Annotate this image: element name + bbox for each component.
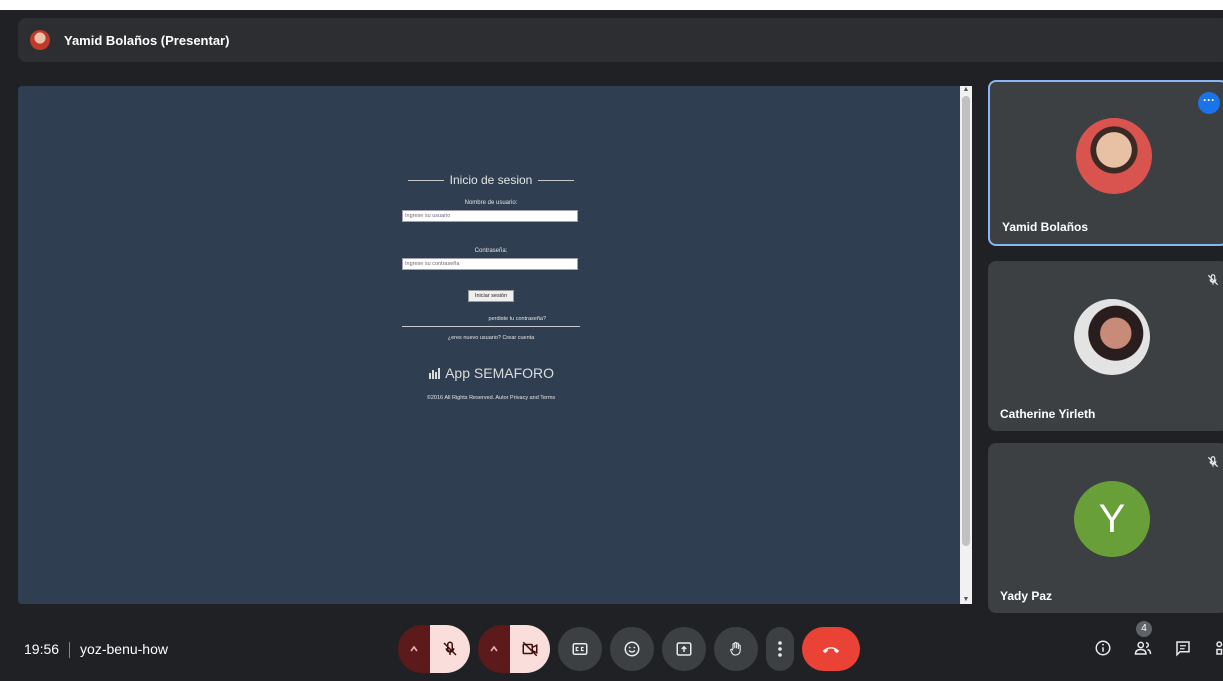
meeting-code: yoz-benu-how xyxy=(80,641,168,657)
chevron-up-icon xyxy=(410,645,418,652)
activities-icon xyxy=(1216,641,1223,655)
shared-screen: Inicio de sesion Nombre de usuario: Ingr… xyxy=(18,86,972,604)
chat-button[interactable] xyxy=(1170,635,1196,661)
emoji-icon xyxy=(624,641,640,657)
login-form: Inicio de sesion Nombre de usuario: Ingr… xyxy=(402,170,580,401)
app-brand: App SEMAFORO xyxy=(402,365,580,381)
info-icon xyxy=(1095,640,1111,656)
more-options-button[interactable] xyxy=(766,627,794,671)
activities-button[interactable] xyxy=(1210,635,1223,661)
raise-hand-button[interactable] xyxy=(714,627,758,671)
forgot-password-link: perdiste tu contraseña? xyxy=(488,316,546,322)
more-vert-icon xyxy=(778,641,782,657)
right-controls: 4 xyxy=(1090,621,1223,663)
password-input: Ingrese su contraseña xyxy=(402,258,578,270)
username-label: Nombre de usuario: xyxy=(464,200,518,206)
scrollbar[interactable]: ▲ ▼ xyxy=(960,86,972,604)
chevron-up-icon xyxy=(490,645,498,652)
info-button[interactable] xyxy=(1090,635,1116,661)
people-button[interactable]: 4 xyxy=(1130,621,1156,661)
participant-tile-yady[interactable]: Y Yady Paz xyxy=(988,443,1223,613)
participant-name: Catherine Yirleth xyxy=(1000,407,1096,421)
participant-tile-catherine[interactable]: Catherine Yirleth xyxy=(988,261,1223,431)
new-user-link: ¿eres nuevo usuario? Crear cuenta xyxy=(447,335,535,341)
clock-time: 19:56 xyxy=(24,641,60,657)
avatar xyxy=(1076,118,1152,194)
participant-tile-yamid[interactable]: ··· Yamid Bolaños xyxy=(988,80,1223,246)
reactions-button[interactable] xyxy=(610,627,654,671)
chat-icon xyxy=(1176,641,1190,657)
captions-icon xyxy=(572,643,588,655)
username-input: Ingrese su usuario xyxy=(402,210,578,222)
people-icon xyxy=(1134,641,1152,655)
mic-off-icon xyxy=(443,641,457,656)
password-label: Contraseña: xyxy=(474,248,508,254)
phone-hangup-icon xyxy=(822,647,840,654)
participant-name: Yady Paz xyxy=(1000,589,1053,603)
participant-name: Yamid Bolaños xyxy=(1002,220,1089,234)
login-button: Iniciar sesión xyxy=(468,290,514,302)
more-options-icon[interactable]: ··· xyxy=(1198,92,1220,114)
hand-icon xyxy=(730,641,741,656)
bottom-bar: 19:56 yoz-benu-how 4 xyxy=(0,617,1223,681)
camera-options-button[interactable] xyxy=(478,625,510,673)
call-controls xyxy=(398,625,860,673)
camera-off-icon xyxy=(522,641,538,657)
meet-window: Yamid Bolaños (Presentar) Inicio de sesi… xyxy=(0,10,1223,681)
camera-toggle-button[interactable] xyxy=(510,625,550,673)
mic-off-icon xyxy=(1207,274,1219,286)
login-heading: Inicio de sesion xyxy=(449,173,533,187)
presenter-avatar xyxy=(30,30,50,50)
copyright-text: ©2016 All Rights Reserved. Autor Privacy… xyxy=(426,395,556,401)
mic-off-icon xyxy=(1207,456,1219,468)
mic-group xyxy=(398,625,470,673)
present-button[interactable] xyxy=(662,627,706,671)
mic-options-button[interactable] xyxy=(398,625,430,673)
presenter-bar: Yamid Bolaños (Presentar) xyxy=(18,18,1223,62)
captions-button[interactable] xyxy=(558,627,602,671)
mic-toggle-button[interactable] xyxy=(430,625,470,673)
end-call-button[interactable] xyxy=(802,627,860,671)
presenter-title: Yamid Bolaños (Presentar) xyxy=(64,32,230,48)
meeting-info: 19:56 yoz-benu-how xyxy=(24,641,168,659)
present-icon xyxy=(676,642,692,656)
avatar: Y xyxy=(1074,481,1150,557)
bar-chart-icon xyxy=(428,368,440,379)
camera-group xyxy=(478,625,550,673)
people-count-badge: 4 xyxy=(1136,621,1152,637)
avatar xyxy=(1074,299,1150,375)
scrollbar-thumb[interactable] xyxy=(962,96,970,546)
